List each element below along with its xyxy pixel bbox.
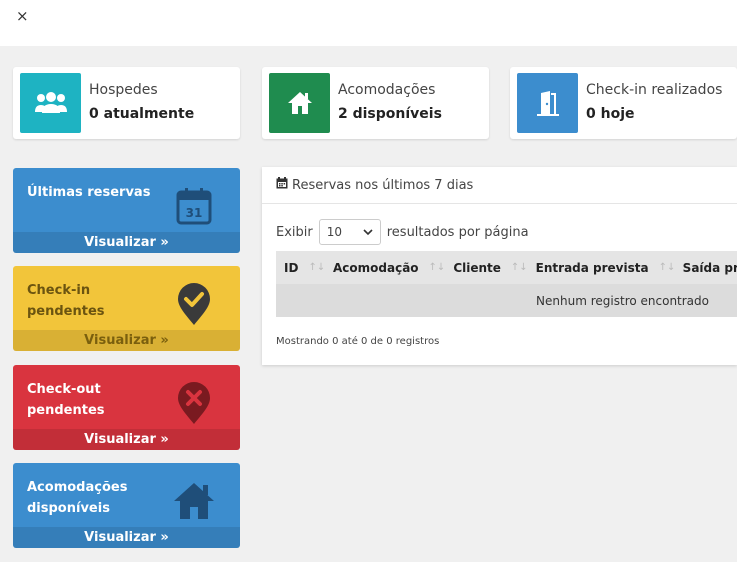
column-header-saida-prevista[interactable]: Saída pr (675, 261, 737, 275)
sort-icon: ↑↓ (428, 262, 446, 273)
small-box-ultimas-reservas: Últimas reservas 31 Visualizar » (13, 168, 240, 253)
small-box-title: Check-out pendentes (27, 382, 105, 418)
info-label: Acomodações (338, 82, 436, 98)
sort-icon: ↑↓ (510, 262, 528, 273)
top-bar: × (0, 0, 737, 46)
column-header-entrada-prevista[interactable]: Entrada prevista ↑↓ (528, 260, 676, 275)
small-box-title: Últimas reservas (27, 185, 151, 200)
info-value: 2 disponíveis (338, 106, 442, 122)
calendar-day-text: 31 (186, 206, 203, 220)
visualizar-link[interactable]: Visualizar » (13, 429, 240, 450)
column-header-acomodacao[interactable]: Acomodação ↑↓ (325, 261, 445, 275)
column-label: Acomodação (333, 260, 419, 275)
visualizar-link[interactable]: Visualizar » (13, 330, 240, 351)
calendar-small-icon (276, 177, 288, 193)
small-box-checkin-pendentes: Check-in pendentes Visualizar » (13, 266, 240, 351)
users-icon (20, 73, 81, 133)
close-icon[interactable]: × (16, 6, 29, 26)
house-icon (172, 479, 216, 523)
small-box-title: Acomodações disponíveis (27, 480, 128, 516)
empty-message: Nenhum registro encontrado (536, 293, 709, 308)
panel-title: Reservas nos últimos 7 dias (292, 177, 474, 193)
small-box-title: Check-in pendentes (27, 283, 105, 319)
small-box-acomodacoes-disponiveis: Acomodações disponíveis Visualizar » (13, 463, 240, 548)
small-box-checkout-pendentes: Check-out pendentes Visualizar » (13, 365, 240, 450)
table-row-empty: Nenhum registro encontrado (276, 284, 737, 317)
column-label: Cliente (453, 260, 501, 275)
sort-icon: ↑↓ (308, 262, 326, 273)
reservations-panel: Reservas nos últimos 7 dias Exibir 10 re… (262, 167, 737, 365)
info-box-checkin: Check-in realizados 0 hoje (510, 67, 737, 139)
sort-icon: ↑↓ (658, 262, 676, 273)
info-label: Hospedes (89, 82, 158, 98)
info-label: Check-in realizados (586, 82, 723, 98)
column-label: Saída pr (682, 260, 737, 275)
page-length-value: 10 (326, 225, 343, 239)
calendar-icon: 31 (172, 184, 216, 228)
length-prefix: Exibir (276, 224, 313, 240)
column-header-cliente[interactable]: Cliente ↑↓ (445, 261, 527, 275)
cross-pin-icon (172, 381, 216, 425)
info-value: 0 atualmente (89, 106, 195, 122)
check-pin-icon (172, 282, 216, 326)
home-icon (269, 73, 330, 133)
panel-header: Reservas nos últimos 7 dias (262, 167, 737, 204)
visualizar-link[interactable]: Visualizar » (13, 232, 240, 253)
door-open-icon (517, 73, 578, 133)
chevron-down-icon (363, 228, 373, 235)
info-value: 0 hoje (586, 106, 635, 122)
info-box-acomodacoes: Acomodações 2 disponíveis (262, 67, 489, 139)
page-length-select[interactable]: 10 (318, 219, 381, 245)
column-label: ID (284, 260, 299, 275)
info-box-hospedes: Hospedes 0 atualmente (13, 67, 240, 139)
table-info: Mostrando 0 até 0 de 0 registros (276, 336, 440, 347)
column-label: Entrada prevista (535, 260, 649, 275)
page-length-control: Exibir 10 resultados por página (276, 219, 529, 245)
length-suffix: resultados por página (386, 224, 529, 240)
column-header-id[interactable]: ID ↑↓ (276, 261, 325, 275)
visualizar-link[interactable]: Visualizar » (13, 527, 240, 548)
table-header: ID ↑↓ Acomodação ↑↓ Cliente ↑↓ Entrada prev… (276, 251, 737, 284)
